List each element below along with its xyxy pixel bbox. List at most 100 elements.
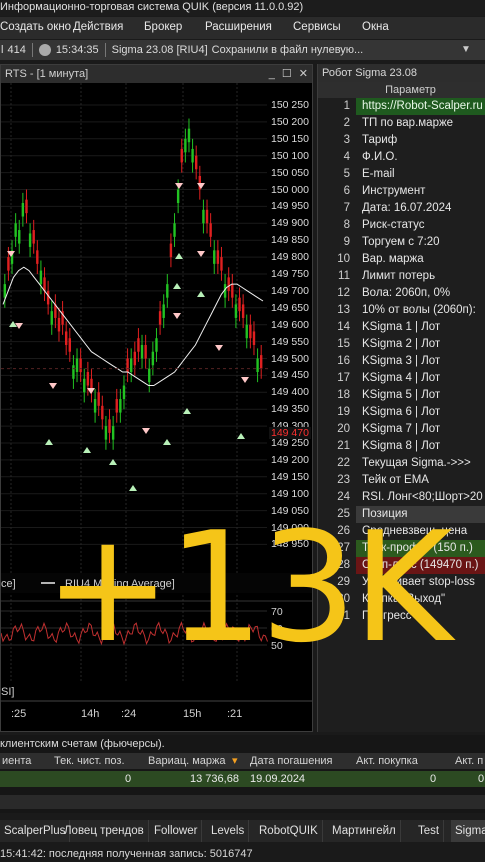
buy-signal-marker: [129, 485, 137, 491]
param-row[interactable]: 14 KSigma 1 | Лот: [318, 319, 485, 336]
dropdown-arrow-icon[interactable]: ▼: [459, 43, 473, 57]
param-number: 25: [318, 506, 356, 523]
param-row[interactable]: 26 Средневзвеш. цена: [318, 523, 485, 540]
param-row[interactable]: 12 Вола: 2060п, 0%: [318, 285, 485, 302]
candle-body: [216, 250, 220, 264]
param-row[interactable]: 7 Дата: 16.07.2024: [318, 200, 485, 217]
col-sell[interactable]: Акт. п: [455, 753, 483, 769]
col-var-margin[interactable]: Вариац. маржа: [148, 753, 226, 769]
param-value: RSI. Лонг<80;Шорт>20: [362, 491, 483, 503]
tab-martingale[interactable]: Мартингейл: [328, 820, 401, 842]
candle-body: [256, 358, 259, 373]
param-row[interactable]: 28 Стоп-лосс (149470 п.): [318, 557, 485, 574]
candle-body: [101, 405, 104, 420]
param-row[interactable]: 5 E-mail: [318, 166, 485, 183]
param-row[interactable]: 6 Инструмент: [318, 183, 485, 200]
close-icon[interactable]: ✕: [299, 65, 308, 83]
candle-body: [205, 209, 209, 224]
param-row[interactable]: 22 Текущая Sigma.->>>: [318, 455, 485, 472]
param-row[interactable]: 31 Прогресс: [318, 608, 485, 625]
menu-services[interactable]: Сервисы: [293, 21, 341, 33]
col-net-pos[interactable]: Тек. чист. поз.: [54, 753, 125, 769]
status-instrument: Sigma 23.08 [RIU4]: [111, 44, 208, 56]
price-chart[interactable]: ce] RIU4 Moving Average] 70 60 50 SI]:25 14h:2…: [1, 83, 312, 731]
param-value: Позиция: [356, 506, 485, 523]
price-tick-label: 149 800: [271, 251, 309, 264]
maximize-icon[interactable]: ☐: [282, 65, 292, 83]
param-row[interactable]: 27 Тейк-профит (150 п.): [318, 540, 485, 557]
param-row[interactable]: 29 Удерживает stop-loss: [318, 574, 485, 591]
menu-broker[interactable]: Брокер: [144, 21, 182, 33]
menu-actions[interactable]: Действия: [73, 21, 123, 33]
tab-sigma[interactable]: Sigma: [451, 820, 485, 842]
chart-window: RTS - [1 минута] _ ☐ ✕ ce] RIU4 Moving Av…: [0, 64, 313, 732]
sort-desc-icon[interactable]: ▾: [232, 753, 238, 769]
param-row[interactable]: 24 RSI. Лонг<80;Шорт>20: [318, 489, 485, 506]
param-number: 3: [318, 132, 356, 149]
param-value: Вар. маржа: [362, 253, 424, 265]
price-tick-label: 150 250: [271, 99, 309, 111]
candle-body: [220, 257, 223, 271]
legend-series2: RIU4 Moving Average]: [65, 578, 175, 590]
param-row[interactable]: 21 KSigma 8 | Лот: [318, 438, 485, 455]
col-expiry[interactable]: Дата погашения: [250, 753, 333, 769]
param-row[interactable]: 25 Позиция: [318, 506, 485, 523]
param-row[interactable]: 1 https://Robot-Scalper.ru: [318, 98, 485, 115]
param-row[interactable]: 20 KSigma 7 | Лот: [318, 421, 485, 438]
param-row[interactable]: 18 KSigma 5 | Лот: [318, 387, 485, 404]
candle-body: [231, 284, 234, 298]
param-number: 15: [318, 336, 356, 353]
param-value: KSigma 6 | Лот: [362, 406, 441, 418]
candle-body: [162, 304, 165, 318]
col-client[interactable]: иента: [2, 753, 31, 769]
param-value: KSigma 5 | Лот: [362, 389, 441, 401]
price-tick-label: 149 750: [271, 268, 309, 280]
param-row[interactable]: 3 Тариф: [318, 132, 485, 149]
tab-trend-hunter[interactable]: Ловец трендов: [60, 820, 149, 842]
candle-body: [68, 338, 72, 352]
param-row[interactable]: 30 Кнопка "Выход": [318, 591, 485, 608]
candle-body: [137, 338, 140, 352]
param-row[interactable]: 4 Ф.И.О.: [318, 149, 485, 166]
price-tick-label: 149 950: [271, 200, 309, 213]
chart-title: RTS - [1 минута]: [5, 68, 89, 80]
candle-body: [75, 358, 79, 373]
sell-signal-marker: [197, 183, 205, 189]
tab-follower[interactable]: Follower: [150, 820, 203, 842]
menu-windows[interactable]: Окна: [362, 21, 389, 33]
param-row[interactable]: 11 Лимит потерь: [318, 268, 485, 285]
param-number: 2: [318, 115, 356, 132]
param-number: 16: [318, 353, 356, 370]
menu-create-window[interactable]: Создать окно: [0, 21, 71, 33]
param-row[interactable]: 15 KSigma 2 | Лот: [318, 336, 485, 353]
tab-robotquik[interactable]: RobotQUIK: [255, 820, 323, 842]
minimize-icon[interactable]: _: [269, 65, 275, 83]
col-buy[interactable]: Акт. покупка: [356, 753, 418, 769]
price-tick-label: 150 100: [271, 149, 309, 162]
param-row[interactable]: 10 Вар. маржа: [318, 251, 485, 268]
sell-signal-marker: [241, 377, 249, 383]
tab-levels[interactable]: Levels: [207, 820, 250, 842]
param-row[interactable]: 19 KSigma 6 | Лот: [318, 404, 485, 421]
candle-body: [115, 399, 118, 413]
param-number: 4: [318, 149, 356, 166]
menu-extensions[interactable]: Расширения: [205, 21, 272, 33]
table-row[interactable]: 0 13 736,68 19.09.2024 0 0: [0, 771, 485, 787]
param-row[interactable]: 2 ТП по вар.марже: [318, 115, 485, 132]
param-row[interactable]: 8 Риск-статус: [318, 217, 485, 234]
param-value: Тейк-профит (150 п.): [356, 540, 485, 557]
param-row[interactable]: 9 Торгуем с 7:20: [318, 234, 485, 251]
param-row[interactable]: 16 KSigma 3 | Лот: [318, 353, 485, 370]
param-row[interactable]: 17 KSigma 4 | Лот: [318, 370, 485, 387]
tab-test[interactable]: Test: [414, 820, 445, 842]
horizontal-scrollbar[interactable]: [0, 795, 485, 809]
sell-signal-marker: [49, 383, 57, 389]
candle-body: [140, 344, 144, 359]
param-row[interactable]: 13 10% от волы (2060п):: [318, 302, 485, 319]
candle-body: [184, 138, 187, 153]
candle-body: [245, 324, 248, 339]
param-column-header[interactable]: Параметр: [356, 82, 485, 98]
message-icon[interactable]: [38, 44, 51, 56]
param-number: 17: [318, 370, 356, 387]
param-row[interactable]: 23 Тейк от EMA: [318, 472, 485, 489]
